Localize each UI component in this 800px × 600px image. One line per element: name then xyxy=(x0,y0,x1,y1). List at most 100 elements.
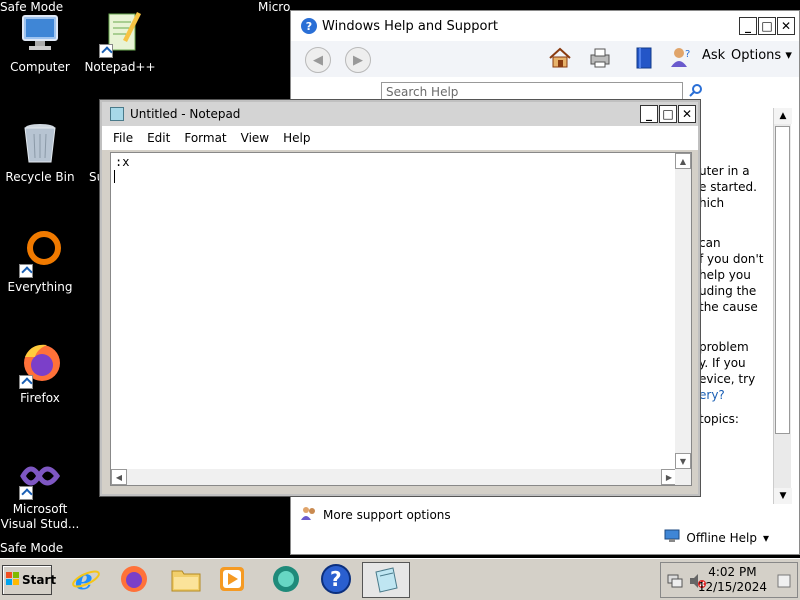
text-caret xyxy=(114,170,115,183)
chevron-down-icon: ▾ xyxy=(785,48,792,63)
notepad-vertical-scrollbar[interactable]: ▲ ▼ xyxy=(675,153,691,469)
help-question-icon: ? xyxy=(301,18,317,34)
desktop-icon-partial[interactable]: Su xyxy=(80,120,100,185)
notepad-icon xyxy=(371,564,401,597)
desktop-icon-computer[interactable]: Computer xyxy=(0,10,80,75)
taskbar-file-explorer[interactable] xyxy=(166,562,206,598)
home-icon[interactable] xyxy=(547,45,573,71)
menu-format[interactable]: Format xyxy=(177,131,233,145)
desktop-icon-notepadpp[interactable]: Notepad++ xyxy=(80,10,160,75)
svg-text:?: ? xyxy=(685,49,690,60)
notepad-horizontal-scrollbar[interactable]: ◀ ▶ xyxy=(111,469,677,485)
offline-help-label: Offline Help xyxy=(686,530,757,545)
scroll-left-arrow[interactable]: ◀ xyxy=(111,469,127,485)
desktop-icon-label: Everything xyxy=(7,280,73,294)
notepad-window-title: Untitled - Notepad xyxy=(130,107,241,121)
options-label: Options xyxy=(731,48,782,63)
resize-grip[interactable] xyxy=(675,469,691,485)
notepad-title-bar[interactable]: Untitled - Notepad _ □ ✕ xyxy=(102,102,698,126)
maximize-button[interactable]: □ xyxy=(758,17,776,35)
desktop-icon-label: Microsoft Visual Stud... xyxy=(0,502,80,531)
desktop-icon-firefox[interactable]: Firefox xyxy=(0,341,80,406)
ask-button[interactable]: Ask xyxy=(702,48,725,63)
notepad-menu-bar: File Edit Format View Help xyxy=(102,126,698,150)
internet-explorer-icon: e xyxy=(71,563,101,597)
notepad-window: Untitled - Notepad _ □ ✕ File Edit Forma… xyxy=(100,100,700,496)
desktop-icon-label: Firefox xyxy=(20,391,60,405)
scroll-down-arrow[interactable]: ▼ xyxy=(675,453,691,469)
help-text-line: evice, try xyxy=(699,372,756,386)
help-vertical-scrollbar[interactable]: ▲ ▼ xyxy=(773,108,792,504)
help-text-line: hich xyxy=(699,196,725,210)
taskbar-firefox[interactable] xyxy=(114,562,154,598)
desktop-icon-visual-studio[interactable]: Microsoft Visual Stud... xyxy=(0,452,80,532)
firefox-icon xyxy=(17,341,63,389)
desktop-icon-label: Su xyxy=(89,170,100,184)
taskbar-media-player[interactable] xyxy=(212,562,252,598)
visual-studio-icon xyxy=(17,452,63,500)
clock[interactable]: 4:02 PM 12/15/2024 xyxy=(698,565,767,595)
notepadpp-icon xyxy=(97,10,143,58)
app-icon xyxy=(270,564,302,597)
maximize-button[interactable]: □ xyxy=(659,105,677,123)
menu-file[interactable]: File xyxy=(106,131,140,145)
scroll-down-arrow[interactable]: ▼ xyxy=(774,488,792,504)
start-label: Start xyxy=(22,573,57,587)
help-link[interactable]: ery? xyxy=(699,388,725,402)
browse-help-icon[interactable] xyxy=(631,45,657,71)
windows-logo-icon xyxy=(6,571,20,589)
more-support-options-link[interactable]: More support options xyxy=(301,505,451,524)
network-icon[interactable] xyxy=(667,573,683,592)
shortcut-arrow-icon xyxy=(19,264,33,278)
taskbar-internet-explorer[interactable]: e xyxy=(66,562,106,598)
clock-time: 4:02 PM xyxy=(708,565,757,579)
taskbar-help-and-support[interactable]: ? xyxy=(316,562,356,598)
shortcut-arrow-icon xyxy=(99,44,113,58)
shortcut-arrow-icon xyxy=(19,486,33,500)
desktop-icon-label: Notepad++ xyxy=(84,60,156,74)
help-window-title: Windows Help and Support xyxy=(322,18,498,34)
notepad-text-area[interactable]: :x ▲ ▼ ◀ ▶ xyxy=(110,152,692,486)
help-text-line: f you don't xyxy=(699,252,764,266)
back-button[interactable]: ◀ xyxy=(305,47,331,73)
desktop-icon-recycle-bin[interactable]: Recycle Bin xyxy=(0,120,80,185)
folder-icon xyxy=(170,565,202,596)
forward-button[interactable]: ▶ xyxy=(345,47,371,73)
desktop-icon-everything[interactable]: Everything xyxy=(0,230,80,295)
taskbar-notepad[interactable] xyxy=(362,562,410,598)
desktop-icon-label: Recycle Bin xyxy=(5,170,75,184)
ask-icon[interactable]: ? xyxy=(669,45,695,71)
help-title-bar[interactable]: ? Windows Help and Support _ □ ✕ xyxy=(291,11,799,41)
help-text-line: can xyxy=(699,236,721,250)
more-support-label: More support options xyxy=(323,507,451,522)
search-help-input[interactable]: Search Help xyxy=(381,82,683,102)
close-button[interactable]: ✕ xyxy=(678,105,696,123)
menu-view[interactable]: View xyxy=(234,131,276,145)
offline-help-button[interactable]: Offline Help ▾ xyxy=(664,529,769,546)
start-button[interactable]: Start xyxy=(2,565,56,595)
notepad-text: :x xyxy=(115,155,130,169)
scroll-thumb[interactable] xyxy=(775,126,790,434)
minimize-button[interactable]: _ xyxy=(640,105,658,123)
scroll-up-arrow[interactable]: ▲ xyxy=(774,108,792,124)
chevron-down-icon: ▾ xyxy=(762,530,769,545)
scroll-up-arrow[interactable]: ▲ xyxy=(675,153,691,169)
close-button[interactable]: ✕ xyxy=(777,17,795,35)
options-button[interactable]: Options ▾ xyxy=(731,48,792,63)
help-text-line: e started. xyxy=(699,180,757,194)
minimize-button[interactable]: _ xyxy=(739,17,757,35)
help-text-line: help you xyxy=(699,268,751,282)
media-player-icon xyxy=(217,564,247,597)
help-icon: ? xyxy=(320,563,352,598)
firefox-icon xyxy=(119,564,149,597)
show-desktop-icon[interactable] xyxy=(777,573,791,592)
print-icon[interactable] xyxy=(587,45,613,71)
help-text-line: uter in a xyxy=(699,164,750,178)
menu-help[interactable]: Help xyxy=(276,131,317,145)
menu-edit[interactable]: Edit xyxy=(140,131,177,145)
notepad-app-icon xyxy=(110,107,124,121)
clock-date: 12/15/2024 xyxy=(697,580,767,594)
taskbar-app[interactable] xyxy=(266,562,306,598)
search-icon[interactable] xyxy=(689,83,703,97)
desktop-icon-label: Computer xyxy=(10,60,70,74)
